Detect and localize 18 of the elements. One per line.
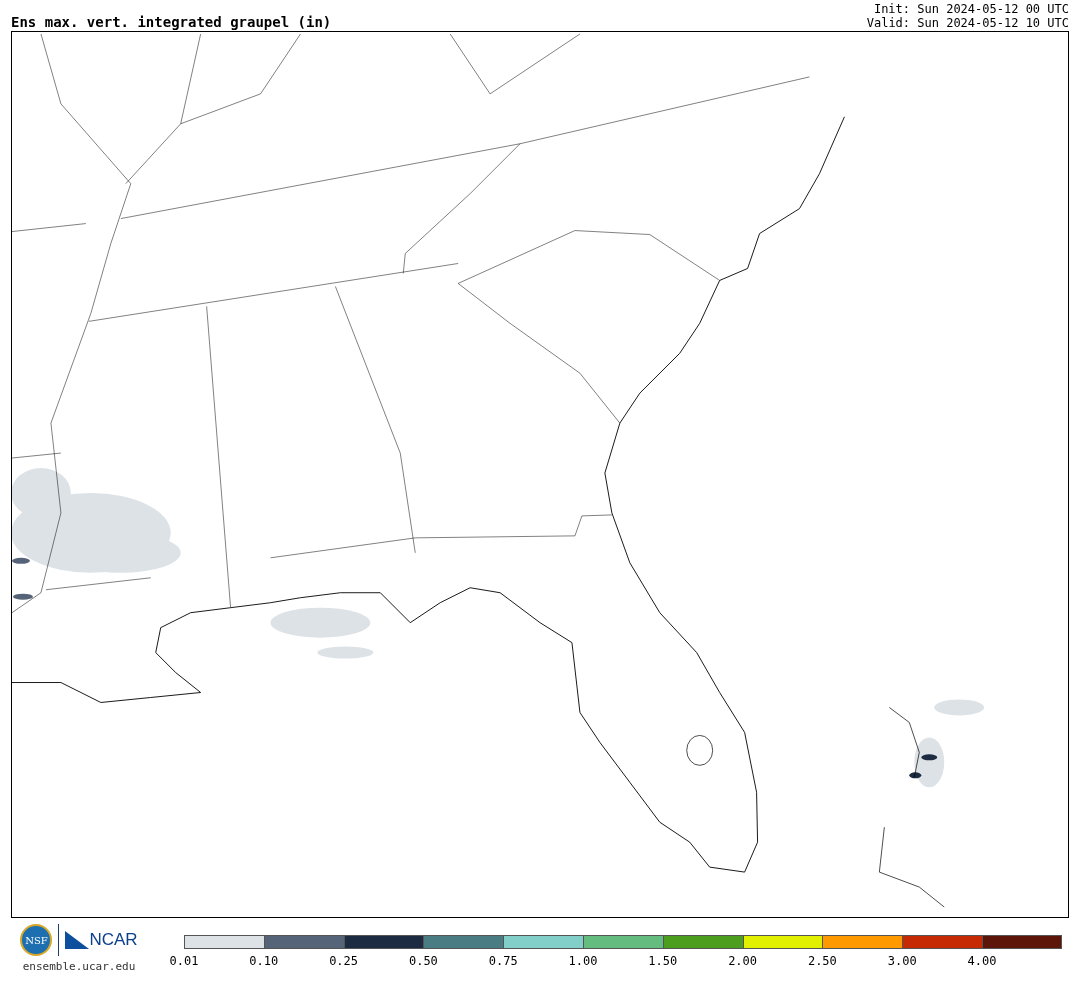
colorbar-label: 4.00 <box>967 954 997 968</box>
colorbar-label: 2.50 <box>807 954 837 968</box>
ncar-logo: NCAR <box>89 930 138 950</box>
nsf-logo: NSF <box>20 924 53 956</box>
colorbar-label: 0.75 <box>488 954 518 968</box>
colorbar-label: 0.50 <box>408 954 438 968</box>
colorbar-label: 3.00 <box>887 954 917 968</box>
colorbar-label: 1.00 <box>568 954 598 968</box>
site-url: ensemble.ucar.edu <box>22 960 136 973</box>
map-title: Ens max. vert. integrated graupel (in) <box>11 14 332 30</box>
colorbar-label: 1.50 <box>648 954 678 968</box>
colorbar-label: 0.25 <box>329 954 359 968</box>
valid-time: Valid: Sun 2024-05-12 10 UTC <box>866 16 1069 30</box>
colorbar-label: 0.01 <box>169 954 199 968</box>
colorbar-label: 0.10 <box>249 954 279 968</box>
colorbar-label: 2.00 <box>728 954 758 968</box>
ncar-swoosh-icon <box>65 931 90 949</box>
init-time: Init: Sun 2024-05-12 00 UTC <box>873 2 1069 16</box>
